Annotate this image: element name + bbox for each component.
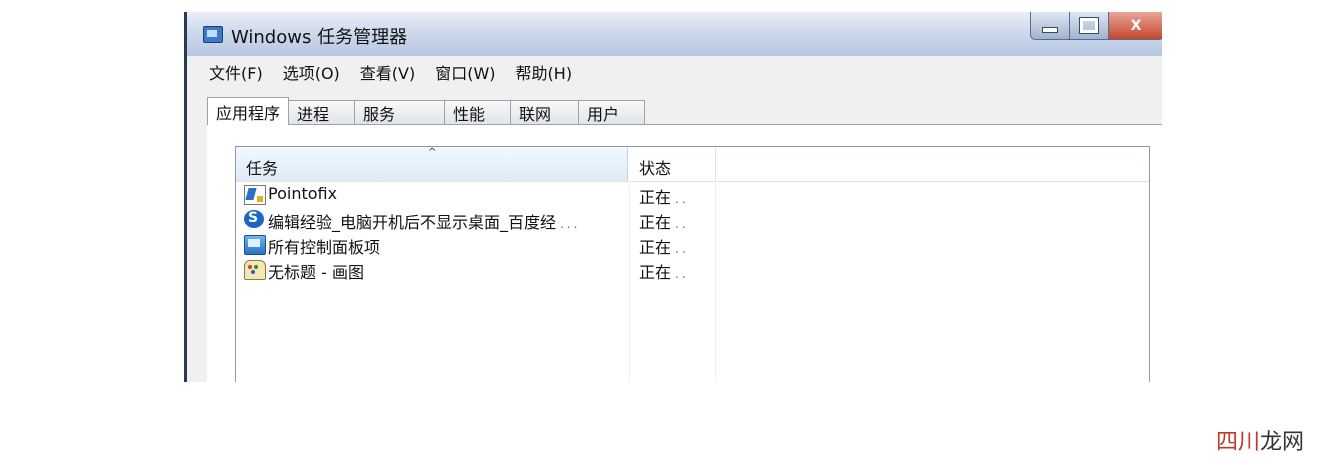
list-header: ^ 任务 状态 [236, 147, 1149, 182]
control-panel-icon [244, 235, 266, 255]
task-status-text: 正在 [639, 188, 672, 207]
tab-processes[interactable]: 进程 [289, 100, 356, 124]
sort-ascending-icon: ^ [428, 147, 437, 158]
column-header-task[interactable]: ^ 任务 [236, 147, 628, 181]
task-manager-window: Windows 任务管理器 X 文件(F) 选项(O) 查看(V) 窗口(W) … [184, 12, 1162, 382]
menu-view[interactable]: 查看(V) [350, 60, 425, 84]
status-ellipsis: .. [675, 242, 689, 256]
minimize-button[interactable] [1030, 12, 1070, 40]
task-manager-app-icon [203, 26, 223, 43]
task-status: 正在.. [639, 209, 689, 233]
close-button[interactable]: X [1108, 12, 1162, 40]
list-item[interactable]: 编辑经验_电脑开机后不显示桌面_百度经... 正在.. [236, 208, 716, 232]
close-icon: X [1130, 17, 1142, 34]
tab-services[interactable]: 服务 [355, 100, 446, 124]
task-name-text: 编辑经验_电脑开机后不显示桌面_百度经 [268, 213, 557, 232]
tab-applications[interactable]: 应用程序 [207, 97, 290, 125]
task-name: 无标题 - 画图 [268, 263, 364, 282]
status-ellipsis: .. [675, 217, 689, 231]
window-title: Windows 任务管理器 [231, 27, 408, 48]
menu-options[interactable]: 选项(O) [273, 60, 350, 84]
maximize-icon [1079, 17, 1099, 34]
task-status: 正在.. [639, 184, 689, 208]
watermark-part2: 龙网 [1260, 430, 1305, 455]
menu-file[interactable]: 文件(F) [187, 60, 273, 84]
task-status: 正在.. [639, 259, 689, 283]
status-ellipsis: .. [675, 267, 689, 281]
menu-windows[interactable]: 窗口(W) [425, 60, 505, 84]
status-ellipsis: .. [675, 192, 689, 206]
task-name: Pointofix [268, 184, 338, 203]
column-header-status[interactable]: 状态 [629, 147, 716, 181]
sogou-browser-icon [244, 210, 264, 228]
column-header-task-label: 任务 [246, 159, 279, 178]
task-status-text: 正在 [639, 213, 672, 232]
task-status-text: 正在 [639, 238, 672, 257]
menu-help[interactable]: 帮助(H) [506, 60, 583, 84]
list-item[interactable]: Pointofix 正在.. [236, 183, 716, 207]
paint-icon [244, 260, 266, 280]
watermark-part1: 四川 [1216, 430, 1261, 455]
watermark: 四川龙网 [1216, 424, 1304, 456]
menu-bar: 文件(F) 选项(O) 查看(V) 窗口(W) 帮助(H) [187, 58, 1162, 86]
task-name: 编辑经验_电脑开机后不显示桌面_百度经... [268, 209, 580, 233]
minimize-icon [1042, 26, 1058, 33]
task-name: 所有控制面板项 [268, 238, 381, 257]
task-status-text: 正在 [639, 263, 672, 282]
column-header-status-label: 状态 [639, 159, 672, 178]
task-status: 正在.. [639, 234, 689, 258]
name-truncation: ... [560, 217, 581, 231]
title-bar[interactable]: Windows 任务管理器 X [187, 12, 1162, 56]
pointofix-icon [244, 185, 266, 205]
tab-performance[interactable]: 性能 [445, 100, 512, 124]
tab-strip: 应用程序 进程 服务 性能 联网 用户 [207, 97, 646, 125]
maximize-button[interactable] [1069, 12, 1109, 40]
tab-users[interactable]: 用户 [579, 100, 646, 124]
tab-networking[interactable]: 联网 [511, 100, 580, 124]
task-list[interactable]: ^ 任务 状态 Pointofix 正在.. 编辑经验_电脑开机后不显示桌面_百… [235, 146, 1150, 382]
list-item[interactable]: 所有控制面板项 正在.. [236, 233, 716, 257]
list-item[interactable]: 无标题 - 画图 正在.. [236, 258, 716, 282]
